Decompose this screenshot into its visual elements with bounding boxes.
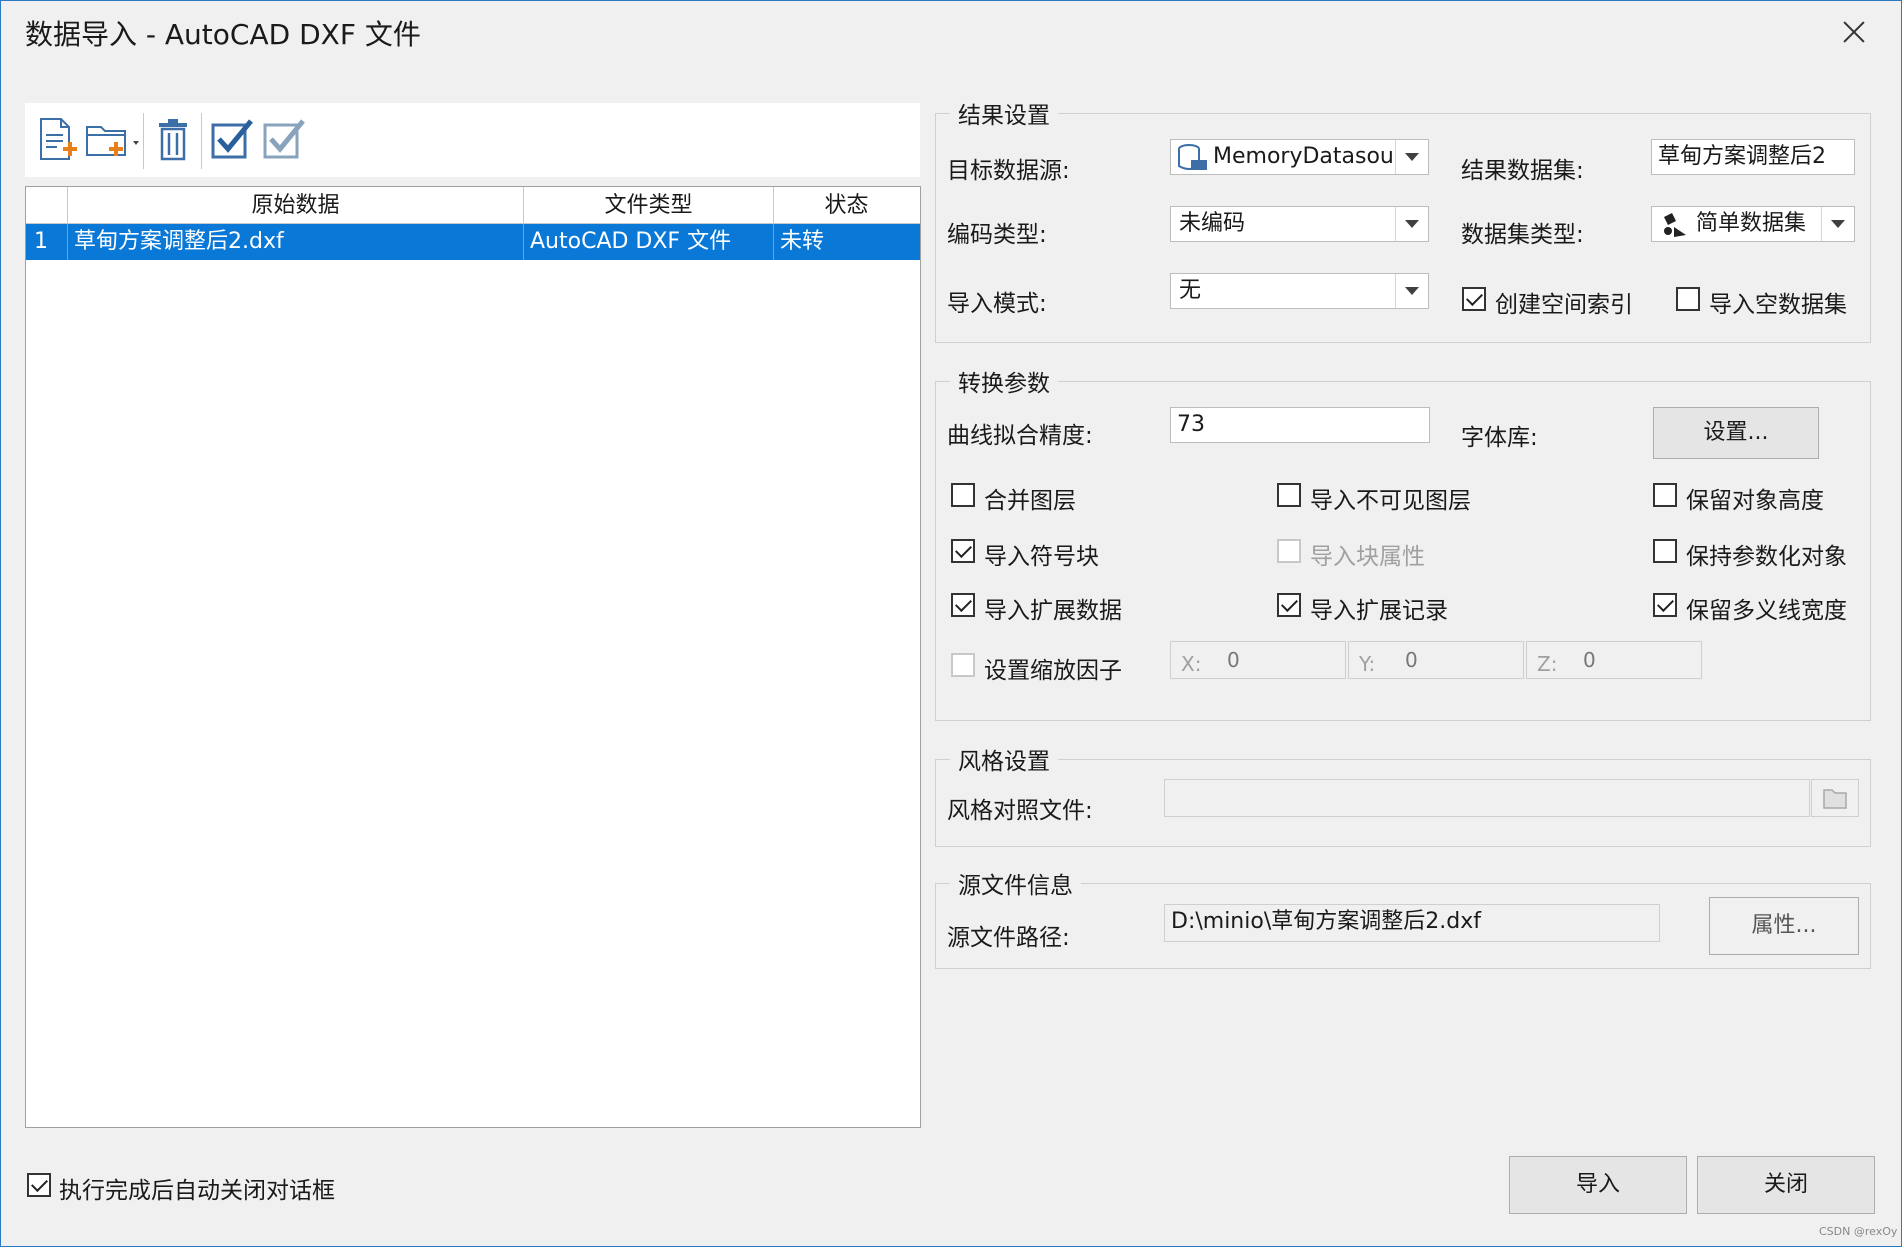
column-header-status[interactable]: 状态 [774,187,919,223]
watermark: CSDN @rexOy [1819,1225,1898,1238]
import-empty-checkbox[interactable] [1676,287,1700,311]
option-label: 导入符号块 [984,544,1099,570]
row-file-type: AutoCAD DXF 文件 [524,224,774,260]
properties-button[interactable]: 属性... [1709,897,1859,955]
option-checkbox[interactable] [951,593,975,617]
close-button[interactable]: 关闭 [1697,1156,1875,1214]
source-info-legend: 源文件信息 [950,866,1081,900]
scale-factor-checkbox[interactable] [951,653,975,677]
option-checkbox[interactable] [1653,539,1677,563]
import-empty-label: 导入空数据集 [1709,292,1847,318]
row-status: 未转 [780,229,825,254]
x-axis-label: X: [1181,652,1202,676]
import-mode-value: 无 [1179,278,1202,303]
row-number: 1 [26,224,68,260]
style-mapping-input[interactable] [1164,779,1810,817]
title-bar: 数据导入 - AutoCAD DXF 文件 [1,1,1901,63]
table-header: 原始数据 文件类型 状态 [26,187,920,224]
encoding-combo[interactable]: 未编码 [1170,206,1429,242]
table-row[interactable]: 1 草甸方案调整后2.dxf AutoCAD DXF 文件 未转 [26,224,920,260]
invert-select-icon[interactable] [259,115,307,163]
chevron-down-icon[interactable] [1395,274,1428,308]
source-path-input[interactable]: D:\minio\草甸方案调整后2.dxf [1164,904,1660,942]
scale-factor-label: 设置缩放因子 [984,658,1122,684]
auto-close-checkbox[interactable] [27,1173,51,1197]
option-label: 合并图层 [984,488,1076,514]
import-dialog: 数据导入 - AutoCAD DXF 文件 原始数据 文件类型 状态 1 草甸方… [0,0,1902,1247]
option-checkbox[interactable] [1653,483,1677,507]
import-mode-combo[interactable]: 无 [1170,273,1429,309]
row-number-header [26,187,68,223]
option-label: 保持参数化对象 [1686,544,1847,570]
z-value: 0 [1583,648,1596,672]
encoding-value: 未编码 [1179,211,1246,236]
dataset-icon [1664,213,1686,237]
dataset-type-combo[interactable]: 简单数据集 [1651,206,1855,242]
dataset-type-value: 简单数据集 [1696,211,1807,236]
option-label: 导入扩展数据 [984,598,1122,624]
font-settings-button[interactable]: 设置... [1653,407,1819,459]
datasource-icon [1178,144,1207,170]
chevron-down-icon[interactable] [1395,207,1428,241]
import-button[interactable]: 导入 [1509,1156,1687,1214]
chevron-down-icon[interactable] [1821,207,1854,241]
window-title: 数据导入 - AutoCAD DXF 文件 [25,18,421,51]
result-dataset-label: 结果数据集: [1461,158,1584,184]
y-axis-label: Y: [1359,652,1376,676]
target-datasource-label: 目标数据源: [947,158,1070,184]
option-checkbox[interactable] [951,483,975,507]
delete-icon[interactable] [149,115,197,163]
scale-z-field[interactable]: Z: 0 [1526,641,1702,679]
add-file-icon[interactable] [33,115,81,163]
option-checkbox[interactable] [1277,483,1301,507]
y-value: 0 [1405,648,1418,672]
add-folder-icon[interactable] [83,115,143,163]
font-lib-label: 字体库: [1461,425,1538,451]
option-checkbox[interactable] [1653,593,1677,617]
toolbar-separator [201,113,202,169]
option-label: 保留多义线宽度 [1686,598,1847,624]
select-all-icon[interactable] [207,115,255,163]
scale-x-field[interactable]: X: 0 [1170,641,1346,679]
toolbar-separator [143,113,144,169]
browse-folder-icon[interactable] [1811,779,1859,817]
scale-y-field[interactable]: Y: 0 [1348,641,1524,679]
option-label: 导入扩展记录 [1310,598,1448,624]
style-mapping-label: 风格对照文件: [947,798,1093,824]
result-settings-legend: 结果设置 [950,96,1058,130]
close-icon[interactable] [1831,9,1877,55]
x-value: 0 [1227,648,1240,672]
curve-precision-label: 曲线拟合精度: [947,423,1093,449]
style-settings-legend: 风格设置 [950,742,1058,776]
file-toolbar [25,103,920,177]
option-checkbox[interactable] [1277,539,1301,563]
result-dataset-input[interactable]: 草甸方案调整后2 [1651,139,1855,175]
z-axis-label: Z: [1537,652,1558,676]
row-file-name: 草甸方案调整后2.dxf [68,224,524,260]
option-label: 导入不可见图层 [1310,488,1471,514]
conversion-params-legend: 转换参数 [950,364,1058,398]
spatial-index-label: 创建空间索引 [1495,292,1633,318]
column-header-source[interactable]: 原始数据 [68,187,524,223]
chevron-down-icon[interactable] [1395,140,1428,174]
target-datasource-value: MemoryDatasourc [1213,144,1394,169]
option-label: 导入块属性 [1310,544,1425,570]
spatial-index-checkbox[interactable] [1462,287,1486,311]
file-list-table[interactable]: 原始数据 文件类型 状态 1 草甸方案调整后2.dxf AutoCAD DXF … [25,186,921,1128]
import-mode-label: 导入模式: [947,291,1047,317]
column-header-type[interactable]: 文件类型 [524,187,774,223]
encoding-label: 编码类型: [947,222,1047,248]
target-datasource-combo[interactable]: MemoryDatasourc [1170,139,1429,175]
auto-close-label: 执行完成后自动关闭对话框 [59,1178,335,1204]
option-checkbox[interactable] [1277,593,1301,617]
curve-precision-input[interactable]: 73 [1170,407,1430,443]
source-path-label: 源文件路径: [947,925,1070,951]
dataset-type-label: 数据集类型: [1461,222,1584,248]
option-checkbox[interactable] [951,539,975,563]
option-label: 保留对象高度 [1686,488,1824,514]
